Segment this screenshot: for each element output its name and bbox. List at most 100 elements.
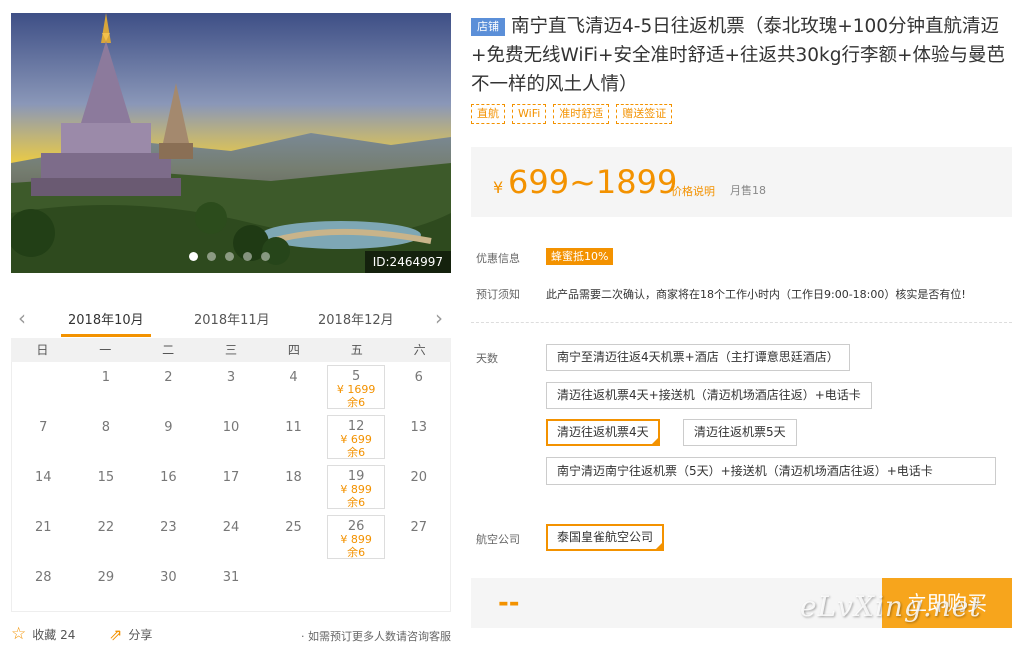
day-number: 22: [97, 520, 115, 535]
day-number: 28: [35, 570, 52, 585]
calendar-day-available[interactable]: 26 ¥ 899 余6: [326, 515, 386, 559]
day-number: 27: [410, 520, 427, 535]
day-number: 1: [101, 370, 110, 385]
calendar-day: [325, 562, 388, 612]
calendar-day: 14: [12, 462, 75, 512]
day-number: 3: [226, 370, 236, 385]
calendar-day-available[interactable]: 19 ¥ 899 余6: [326, 465, 386, 509]
calendar-day: [387, 562, 450, 612]
calendar-day: 25: [262, 512, 325, 562]
calendar-day: 24: [200, 512, 263, 562]
feature-tag: 准时舒适: [553, 104, 610, 124]
day-number: 15: [97, 470, 115, 485]
calendar-day: 27: [387, 512, 450, 562]
airline-option-selected[interactable]: 泰国皇雀航空公司: [546, 524, 665, 551]
share-label: 分享: [128, 628, 153, 642]
calendar-day: 3: [200, 362, 263, 412]
day-number: 24: [222, 520, 240, 535]
calendar-day: 9: [137, 412, 200, 462]
calendar-day: 30: [137, 562, 200, 612]
calendar-day: [12, 362, 75, 412]
day-number: 29: [97, 570, 115, 585]
weekday-header: 日 一 二 三 四 五 六: [11, 338, 451, 362]
carousel-dot[interactable]: [189, 252, 198, 261]
temple-landscape-image: [11, 13, 451, 273]
day-price: ¥ 699: [340, 433, 372, 446]
carousel-dot[interactable]: [225, 252, 234, 261]
day-price: ¥ 899: [340, 483, 372, 496]
day-number: 14: [35, 470, 52, 485]
calendar-day: 17: [200, 462, 263, 512]
share-icon: ⇗: [109, 624, 123, 644]
calendar-day: 18: [262, 462, 325, 512]
weekday-label: 一: [99, 343, 112, 357]
calendar-day: 23: [137, 512, 200, 562]
carousel-dot[interactable]: [243, 252, 252, 261]
weekday-label: 日: [36, 343, 49, 357]
day-price: ¥ 1699: [336, 383, 376, 396]
feature-tag: 直航: [471, 104, 505, 124]
calendar-day: 15: [75, 462, 138, 512]
shop-badge[interactable]: 店铺: [471, 18, 505, 36]
month-tab[interactable]: 2018年12月: [318, 309, 394, 328]
booking-note: · 如需预订更多人数请咨询客服: [301, 630, 451, 643]
discount-value-wrap: 蜂蜜抵10%: [546, 248, 614, 265]
weekday-label: 三: [224, 343, 237, 357]
product-title-block: 店铺 南宁直飞清迈4-5日往返机票（泰北玫瑰+100分钟直航清迈+免费无线WiFi…: [471, 12, 1012, 99]
day-number: 7: [39, 420, 48, 435]
day-number: 26: [347, 519, 365, 534]
days-option-selected[interactable]: 清迈往返机票4天: [546, 419, 660, 446]
currency-symbol: ¥: [493, 178, 504, 197]
day-price: ¥ 899: [340, 533, 372, 546]
favorite-button[interactable]: ☆ 收藏 24: [11, 626, 75, 643]
calendar-day: 21: [12, 512, 75, 562]
image-id-badge: ID:2464997: [364, 251, 451, 273]
days-option[interactable]: 南宁清迈南宁往返机票（5天）+接送机（清迈机场酒店往返）+电话卡: [546, 457, 996, 485]
monthly-sales: 月售18: [730, 184, 766, 197]
day-number: 9: [164, 420, 173, 435]
days-option[interactable]: 南宁至清迈往返4天机票+酒店（主打谭意思廷酒店）: [546, 344, 850, 371]
calendar-day: 6: [387, 362, 450, 412]
day-remaining: 余6: [347, 546, 366, 559]
days-label: 天数: [476, 352, 498, 365]
day-number: 11: [285, 420, 302, 435]
day-number: 21: [35, 520, 52, 535]
weekday-label: 六: [413, 343, 426, 357]
day-number: 20: [410, 470, 427, 485]
month-tab[interactable]: 2018年11月: [194, 309, 270, 328]
day-remaining: 余6: [347, 446, 366, 459]
calendar-day: 28: [12, 562, 75, 612]
hero-image[interactable]: ID:2464997: [11, 13, 451, 273]
calendar-day: 20: [387, 462, 450, 512]
weekday-label: 四: [287, 343, 300, 357]
feature-tags: 直航 WiFi 准时舒适 赠送签证: [471, 104, 1012, 124]
month-tab[interactable]: 2018年10月: [68, 309, 144, 328]
calendar-day: 22: [75, 512, 138, 562]
day-number: 8: [101, 420, 110, 435]
day-number: 23: [160, 520, 177, 535]
price-box: ¥ 699~1899 价格说明 月售18: [471, 147, 1012, 217]
days-option[interactable]: 清迈往返机票4天+接送机（清迈机场酒店往返）+电话卡: [546, 382, 872, 409]
calendar-day: 13: [387, 412, 450, 462]
booking-label: 预订须知: [476, 288, 520, 301]
chevron-left-icon[interactable]: ‹: [18, 306, 26, 330]
carousel-dot[interactable]: [207, 252, 216, 261]
share-button[interactable]: ⇗ 分享: [109, 626, 152, 643]
calendar-grid: 1 2 3 4 5 ¥ 1699 余6 6 7 8 9 10 11 12 ¥ 699 余6 13 14 15 16 17…: [11, 362, 451, 612]
favorite-label: 收藏 24: [32, 628, 76, 642]
days-option[interactable]: 清迈往返机票5天: [683, 419, 797, 446]
calendar-day: 16: [137, 462, 200, 512]
day-remaining: 余6: [347, 496, 366, 509]
calendar-day-available[interactable]: 5 ¥ 1699 余6: [326, 365, 386, 409]
carousel-dot[interactable]: [261, 252, 270, 261]
site-watermark: eLvXing.net: [800, 590, 982, 623]
calendar-day: 31: [200, 562, 263, 612]
day-number: 25: [285, 520, 302, 535]
calendar-day: 10: [200, 412, 263, 462]
day-number: 17: [222, 470, 240, 485]
chevron-right-icon[interactable]: ›: [435, 306, 443, 330]
month-tabs: ‹ 2018年10月 2018年11月 2018年12月 ›: [11, 298, 451, 338]
calendar-day-available[interactable]: 12 ¥ 699 余6: [326, 415, 386, 459]
day-number: 31: [222, 570, 240, 585]
price-explain-link[interactable]: 价格说明: [671, 183, 715, 199]
